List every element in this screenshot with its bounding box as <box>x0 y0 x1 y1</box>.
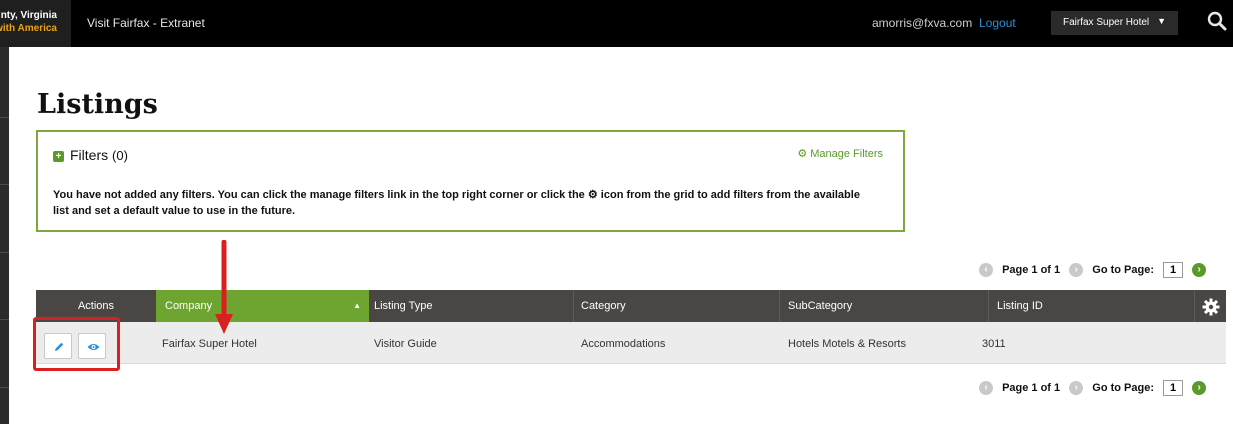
page-of-label: Page 1 of 1 <box>1002 264 1061 276</box>
sidebar <box>0 47 9 424</box>
column-header-company[interactable]: Company ▲ <box>156 290 369 322</box>
filters-title: Filters <box>70 147 109 163</box>
column-divider <box>779 290 780 322</box>
prev-page-icon[interactable]: ‹ <box>979 381 993 395</box>
sidebar-divider <box>0 252 9 253</box>
brand-line-2: with America <box>0 23 57 34</box>
next-page-icon[interactable]: › <box>1069 263 1084 277</box>
goto-page-input[interactable] <box>1163 262 1184 278</box>
cell-listing-type: Visitor Guide <box>374 338 437 350</box>
column-header-subcategory[interactable]: SubCategory <box>788 290 988 322</box>
go-button-icon[interactable]: › <box>1192 263 1207 277</box>
column-header-listing-id[interactable]: Listing ID <box>997 290 1147 322</box>
highlight-box <box>33 317 120 371</box>
column-header-company-label: Company <box>165 300 213 312</box>
manage-filters-link[interactable]: ⚙ Manage Filters <box>797 147 883 160</box>
user-email: amorris@fxva.com <box>872 16 973 30</box>
hotel-select-value: Fairfax Super Hotel <box>1063 17 1150 28</box>
annotation-arrow-icon <box>215 240 233 334</box>
next-page-icon[interactable]: › <box>1069 381 1084 395</box>
grid-settings-gear-icon[interactable] <box>1202 298 1220 321</box>
goto-label: Go to Page: <box>1092 264 1154 276</box>
pager-bottom: ‹ Page 1 of 1 › Go to Page: › <box>979 380 1207 400</box>
goto-label: Go to Page: <box>1092 382 1154 394</box>
app-title[interactable]: Visit Fairfax - Extranet <box>87 16 205 30</box>
sidebar-divider <box>0 184 9 185</box>
filters-toggle[interactable]: + Filters (0) <box>53 147 128 163</box>
brand-line-1: nty, Virginia <box>0 10 57 21</box>
sidebar-divider <box>0 117 9 118</box>
hotel-select[interactable]: Fairfax Super Hotel ▼ <box>1051 11 1178 35</box>
filters-message-part1: You have not added any filters. You can … <box>53 189 585 201</box>
sort-asc-icon: ▲ <box>353 301 361 310</box>
page-title: Listings <box>37 89 158 120</box>
cell-subcategory: Hotels Motels & Resorts <box>788 338 906 350</box>
manage-filters-label: Manage Filters <box>810 148 883 160</box>
column-header-category[interactable]: Category <box>581 290 781 322</box>
go-button-icon[interactable]: › <box>1192 381 1207 395</box>
gear-icon: ⚙ <box>797 148 808 160</box>
cell-company: Fairfax Super Hotel <box>162 338 257 350</box>
filters-count: (0) <box>112 148 128 163</box>
filters-panel: + Filters (0) ⚙ Manage Filters You have no… <box>36 130 905 232</box>
gear-icon: ⚙ <box>587 189 598 201</box>
goto-page-input[interactable] <box>1163 380 1184 396</box>
sidebar-divider <box>0 319 9 320</box>
top-bar: nty, Virginia with America Visit Fairfax… <box>0 0 1233 47</box>
cell-listing-id: 3011 <box>982 338 1006 350</box>
column-divider <box>988 290 989 322</box>
pager-top: ‹ Page 1 of 1 › Go to Page: › <box>979 262 1207 282</box>
column-divider <box>1194 290 1195 322</box>
logout-link[interactable]: Logout <box>979 16 1016 30</box>
prev-page-icon[interactable]: ‹ <box>979 263 993 277</box>
page-of-label: Page 1 of 1 <box>1002 382 1061 394</box>
cell-category: Accommodations <box>581 338 666 350</box>
sidebar-divider <box>0 387 9 388</box>
brand-logo[interactable]: nty, Virginia with America <box>0 0 71 47</box>
filters-message: You have not added any filters. You can … <box>53 187 873 219</box>
plus-icon: + <box>53 151 64 162</box>
search-icon[interactable] <box>1206 10 1230 34</box>
column-header-listing-type[interactable]: Listing Type <box>374 290 574 322</box>
column-divider <box>573 290 574 322</box>
caret-down-icon: ▼ <box>1157 16 1166 26</box>
